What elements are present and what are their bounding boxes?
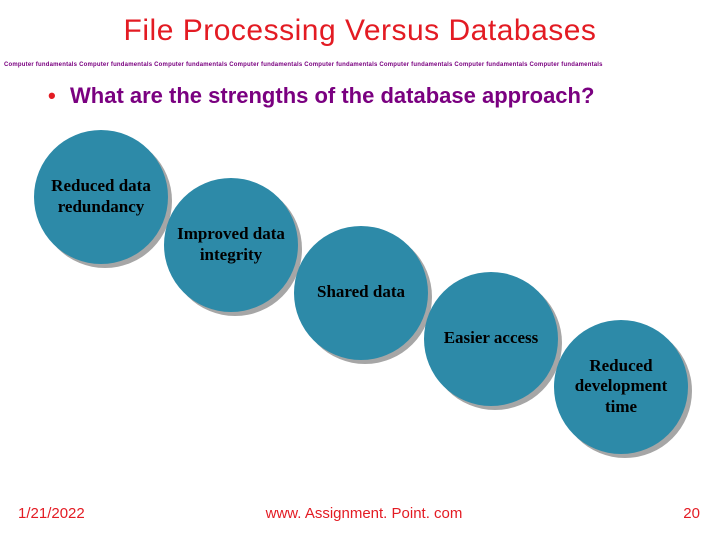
banner-strip: Computer fundamentals Computer fundament…	[0, 48, 720, 82]
bubble-reduced-redundancy: Reduced data redundancy	[34, 130, 168, 264]
footer-url: www. Assignment. Point. com	[266, 505, 463, 522]
bubble-label: Shared data	[317, 282, 405, 302]
question-line: • What are the strengths of the database…	[0, 82, 720, 110]
bubble-container: Reduced data redundancy Improved data in…	[0, 140, 720, 440]
footer-date: 1/21/2022	[18, 505, 85, 522]
footer-page: 20	[683, 505, 700, 522]
bubble-label: Easier access	[444, 328, 539, 348]
question-text: What are the strengths of the database a…	[70, 83, 594, 108]
slide-title: File Processing Versus Databases	[0, 0, 720, 48]
slide-footer: 1/21/2022 www. Assignment. Point. com 20	[0, 505, 720, 522]
bubble-label: Reduced data redundancy	[42, 176, 160, 217]
bubble-label: Reduced development time	[562, 356, 680, 417]
bubble-shared-data: Shared data	[294, 226, 428, 360]
bubble-reduced-dev-time: Reduced development time	[554, 320, 688, 454]
bubble-improved-integrity: Improved data integrity	[164, 178, 298, 312]
bubble-easier-access: Easier access	[424, 272, 558, 406]
bubble-label: Improved data integrity	[172, 224, 290, 265]
bullet-icon: •	[48, 82, 56, 110]
